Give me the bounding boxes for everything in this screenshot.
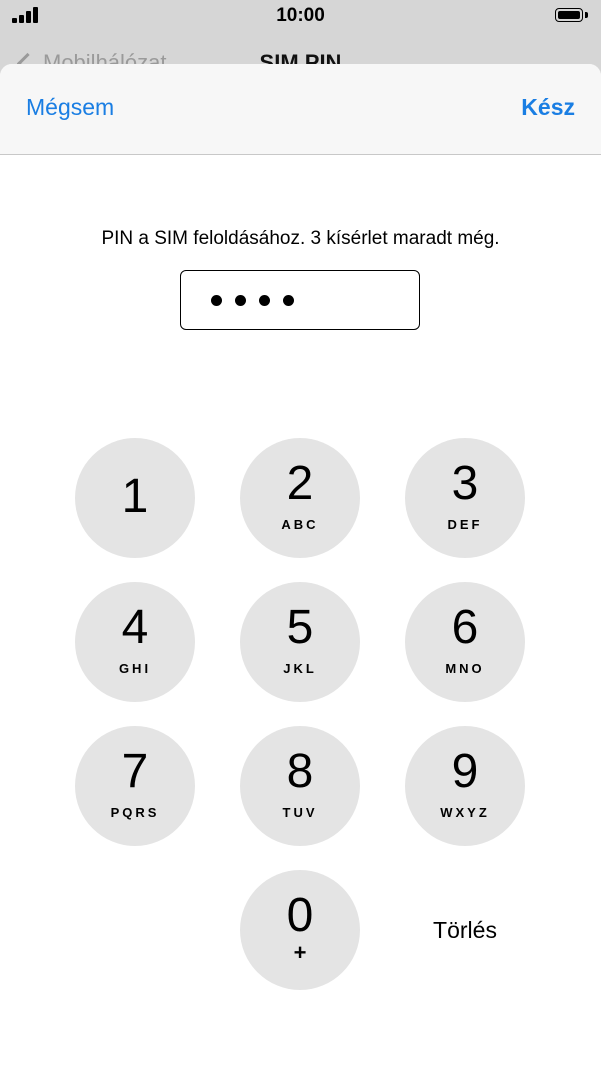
keypad-key-7[interactable]: 7 PQRS [75,726,195,846]
key-digit: 6 [451,601,479,654]
key-digit: 5 [286,601,314,654]
cancel-button[interactable]: Mégsem [26,94,114,121]
key-plus-symbol: + [293,940,307,965]
key-letters: JKL [283,661,317,676]
key-letters: TUV [282,805,318,820]
key-letters: MNO [445,661,485,676]
key-digit: 7 [121,745,149,798]
keypad-key-8[interactable]: 8 TUV [240,726,360,846]
key-letters: PQRS [110,805,160,820]
keypad-key-4[interactable]: 4 GHI [75,582,195,702]
keypad-key-1[interactable]: 1 [75,438,195,558]
keypad-key-5[interactable]: 5 JKL [240,582,360,702]
key-digit: 3 [451,457,479,510]
key-letters: DEF [447,517,483,532]
pin-prompt: PIN a SIM feloldásához. 3 kísérlet marad… [101,228,500,249]
key-digit: 8 [286,745,314,798]
keypad-key-9[interactable]: 9 WXYZ [405,726,525,846]
key-digit: 1 [121,470,149,523]
battery-full-icon [555,8,589,24]
keypad-key-2[interactable]: 2 ABC [240,438,360,558]
key-letters: WXYZ [440,805,490,820]
delete-button[interactable]: Törlés [405,870,525,990]
pin-dot [259,294,270,306]
pin-dot [283,294,294,306]
key-digit: 4 [121,601,149,654]
keypad-key-0[interactable]: 0 + [240,870,360,990]
key-digit: 2 [286,457,314,510]
keypad-key-6[interactable]: 6 MNO [405,582,525,702]
pin-dot [211,294,222,306]
done-button[interactable]: Kész [521,94,575,121]
status-time: 10:00 [276,5,325,26]
pin-dot [235,294,246,306]
pin-input-field[interactable] [180,270,420,330]
sim-pin-sheet: Mégsem Kész PIN a SIM feloldásához. 3 kí… [0,64,601,1070]
status-bar: 10:00 [0,0,601,34]
keypad-key-3[interactable]: 3 DEF [405,438,525,558]
key-digit: 0 [286,889,314,942]
key-digit: 9 [451,745,479,798]
key-letters: ABC [281,517,319,532]
phone-screen: 10:00 Mobilhálózat SIM PIN Mégsem Kész P… [0,0,601,1070]
sheet-header: Mégsem Kész [0,64,601,155]
key-letters: GHI [118,661,152,676]
